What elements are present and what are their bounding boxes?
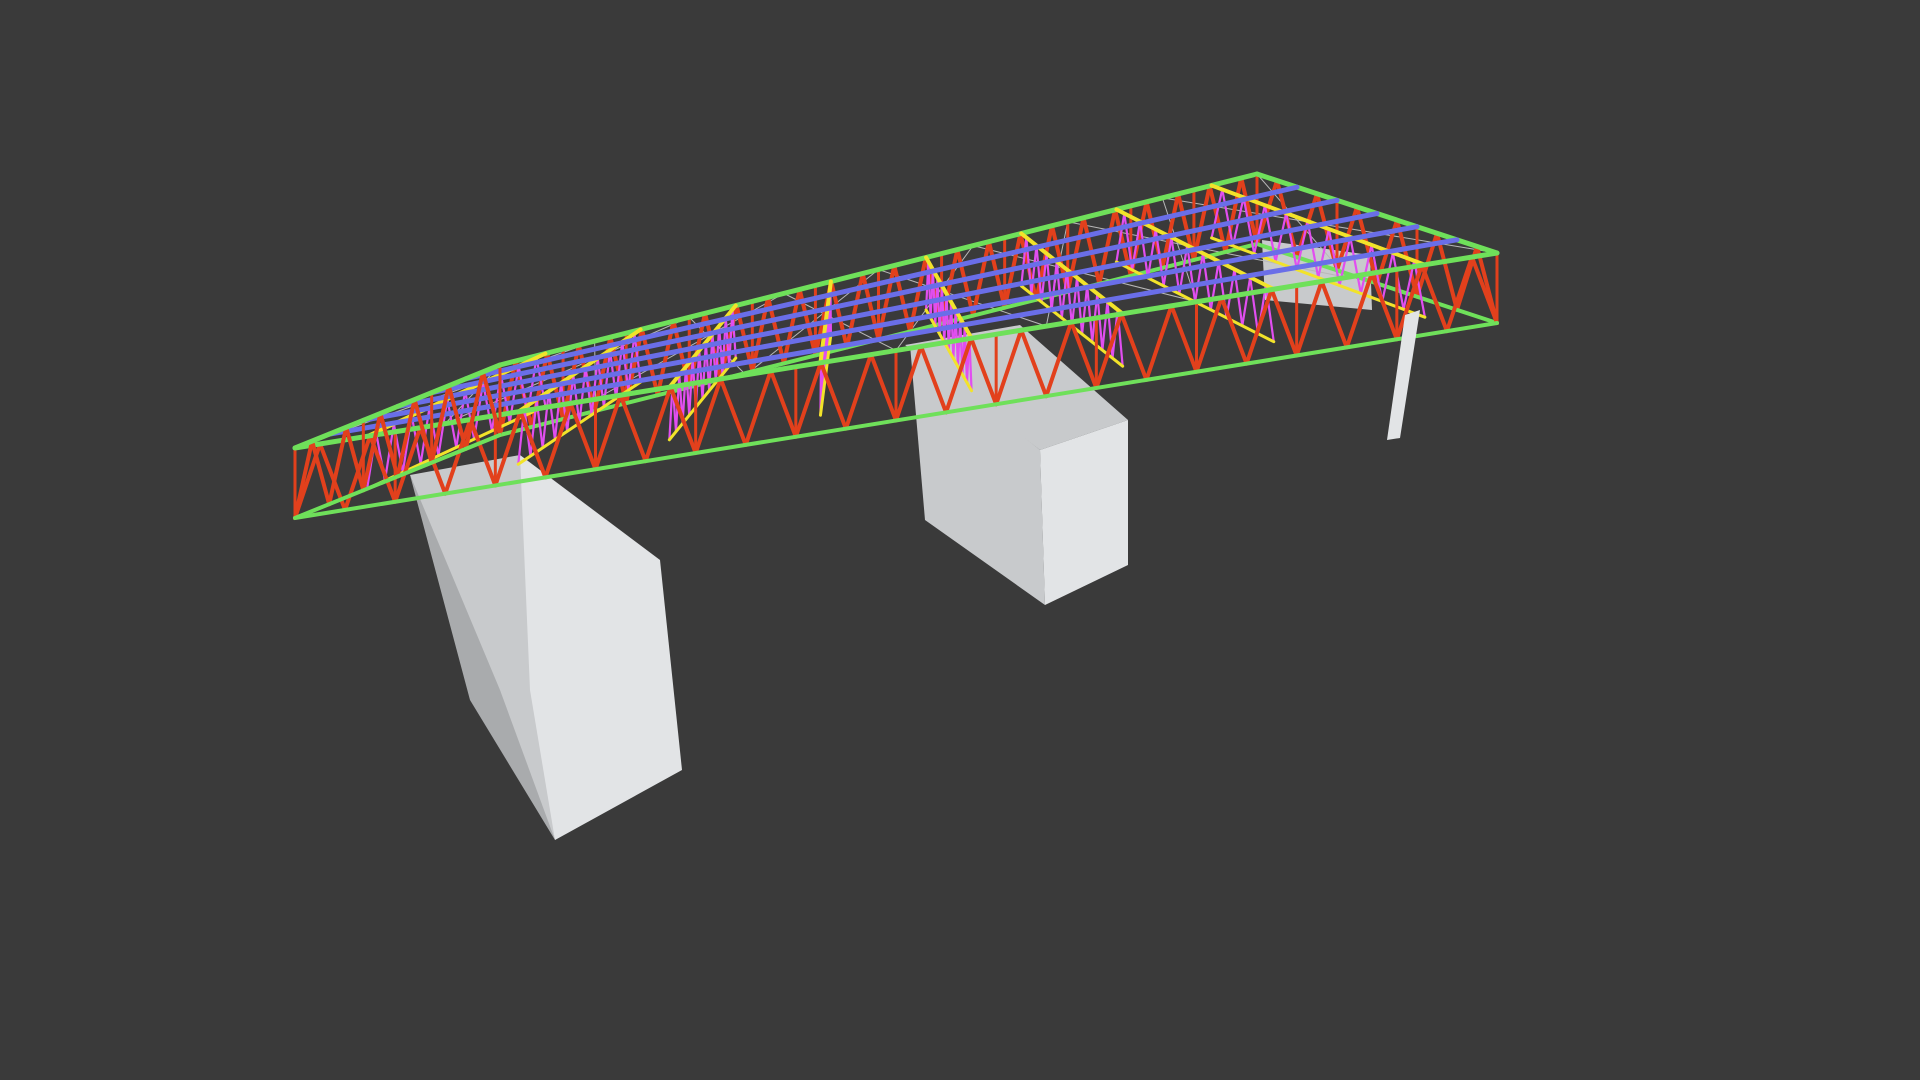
front-truss-web bbox=[1219, 295, 1249, 366]
cross-truss-web bbox=[1241, 276, 1252, 327]
front-truss-web bbox=[1244, 287, 1274, 366]
purlin bbox=[395, 211, 1380, 409]
cross-truss-web bbox=[1086, 284, 1094, 344]
front-truss-web bbox=[768, 368, 798, 439]
front-truss-web bbox=[868, 352, 898, 423]
back-truss-web bbox=[876, 263, 897, 342]
concrete-supports bbox=[410, 240, 1372, 840]
front-truss-web bbox=[793, 360, 823, 439]
cross-truss-web bbox=[1209, 260, 1220, 311]
front-truss-web bbox=[718, 376, 748, 447]
front-truss-web bbox=[618, 393, 648, 464]
front-truss-web bbox=[1169, 303, 1199, 374]
purlin bbox=[463, 184, 1300, 382]
back-truss-web bbox=[844, 271, 865, 350]
cross-truss-web bbox=[1050, 260, 1058, 312]
front-truss-web bbox=[843, 352, 873, 431]
middle-pier-front-face bbox=[1040, 420, 1128, 605]
front-truss-web bbox=[818, 360, 848, 431]
cross-truss-web bbox=[1080, 284, 1089, 336]
front-truss-web bbox=[1119, 311, 1149, 382]
front-truss-web bbox=[1469, 255, 1499, 325]
cross-truss-web bbox=[1101, 300, 1109, 352]
front-truss-web bbox=[1444, 255, 1474, 334]
3d-viewport[interactable] bbox=[0, 0, 1920, 1080]
front-truss-web bbox=[743, 368, 773, 447]
cross-truss-web bbox=[1138, 220, 1149, 280]
truss-structure-model bbox=[292, 171, 1500, 840]
front-truss-web bbox=[1144, 303, 1174, 382]
cross-truss-web bbox=[1249, 276, 1260, 335]
